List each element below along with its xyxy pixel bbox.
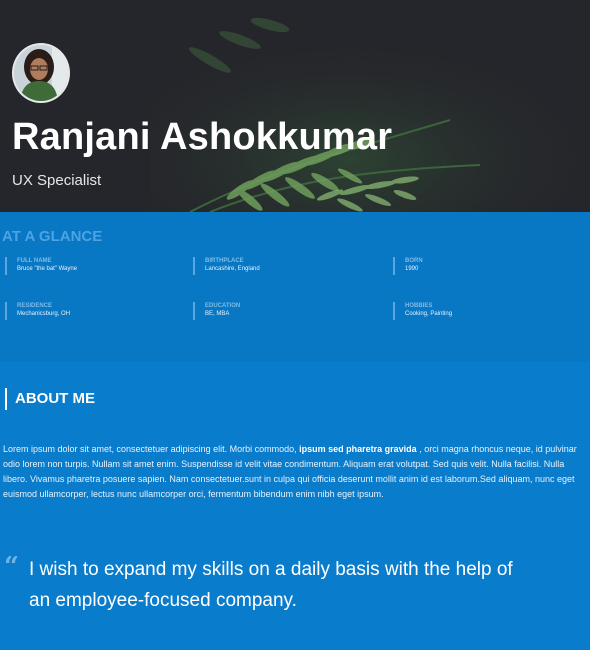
- fact-label: BORN: [405, 258, 423, 264]
- about-text-bold: ipsum sed pharetra gravida: [299, 444, 417, 454]
- about-heading: ABOUT ME: [5, 388, 95, 410]
- about-heading-text: ABOUT ME: [15, 390, 95, 407]
- avatar: [12, 43, 70, 103]
- fact-value: Mechanicsburg, OH: [17, 311, 71, 317]
- quote-icon: “: [4, 552, 19, 582]
- fact-birthplace: BIRTHPLACE Lancashire, England: [193, 257, 260, 275]
- fact-full-name: FULL NAME Bruce "the bat" Wayne: [5, 257, 77, 275]
- fact-label: FULL NAME: [17, 258, 52, 264]
- at-a-glance-section: AT A GLANCE FULL NAME Bruce "the bat" Wa…: [0, 212, 590, 362]
- fact-hobbies: HOBBIES Cooking, Painting: [393, 302, 452, 320]
- fact-value: BE, MBA: [205, 311, 230, 317]
- fact-label: RESIDENCE: [17, 303, 53, 309]
- about-me-section: ABOUT ME Lorem ipsum dolor sit amet, con…: [0, 362, 590, 650]
- fact-label: EDUCATION: [205, 303, 241, 309]
- fern-background: [150, 0, 590, 212]
- profile-title: UX Specialist: [12, 172, 102, 189]
- career-quote: I wish to expand my skills on a daily ba…: [29, 559, 513, 611]
- fact-born: BORN 1990: [393, 257, 423, 275]
- avatar-photo: [14, 45, 68, 101]
- hero-header: Ranjani Ashokkumar UX Specialist: [0, 0, 590, 212]
- fact-value: Cooking, Painting: [405, 311, 453, 317]
- fact-education: EDUCATION BE, MBA: [193, 302, 240, 320]
- fact-label: BIRTHPLACE: [205, 258, 244, 264]
- glance-heading: AT A GLANCE: [2, 228, 103, 245]
- fact-value: Bruce "the bat" Wayne: [17, 266, 78, 272]
- about-text-start: Lorem ipsum dolor sit amet, consectetuer…: [3, 444, 300, 454]
- about-paragraph: Lorem ipsum dolor sit amet, consectetuer…: [3, 442, 583, 502]
- profile-name: Ranjani Ashokkumar: [12, 116, 393, 158]
- fact-residence: RESIDENCE Mechanicsburg, OH: [5, 302, 70, 320]
- fact-value: Lancashire, England: [205, 266, 260, 272]
- fact-label: HOBBIES: [405, 303, 433, 309]
- fact-value: 1990: [405, 266, 419, 272]
